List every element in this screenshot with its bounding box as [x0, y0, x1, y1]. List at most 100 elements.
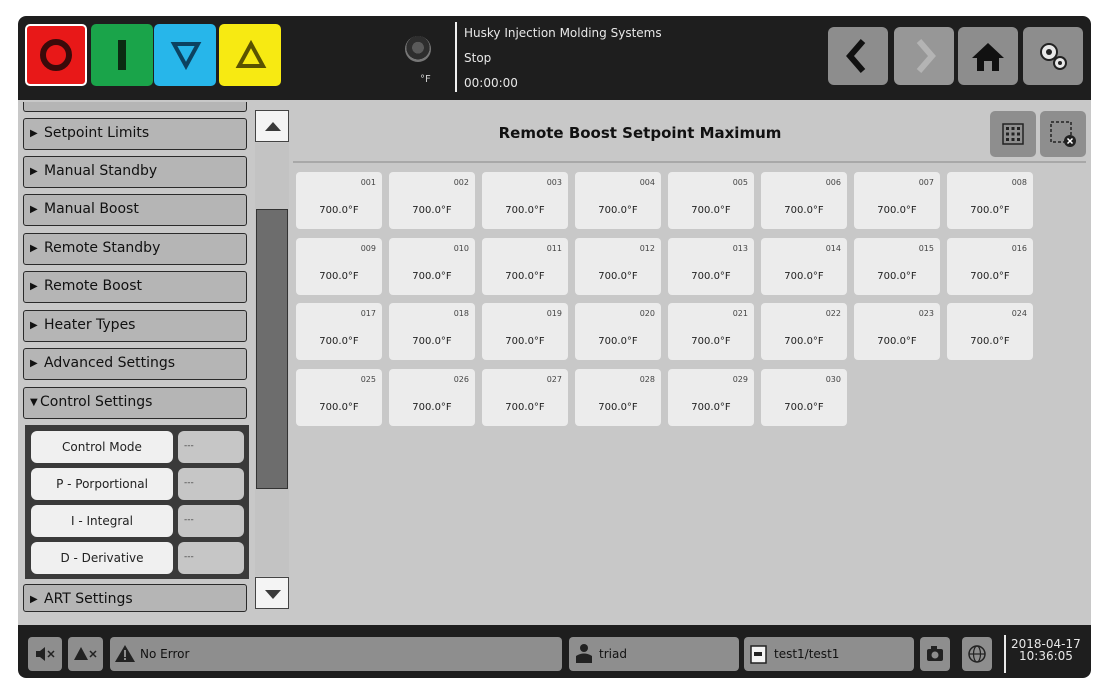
stop-mode-button[interactable]	[25, 24, 87, 86]
derivative-label: D - Derivative	[31, 542, 173, 574]
machine-name: Husky Injection Molding Systems	[464, 26, 662, 40]
cycle-timer: 00:00:00	[464, 76, 518, 90]
zone-setpoint-value: 700.0°F	[598, 205, 638, 216]
zone-tile[interactable]: 024 700.0°F	[947, 303, 1033, 360]
caret-right-icon: ▶	[30, 320, 38, 331]
zone-tile[interactable]: 023 700.0°F	[854, 303, 940, 360]
zone-tile[interactable]: 011 700.0°F	[482, 237, 568, 295]
zone-tile[interactable]: 019 700.0°F	[482, 303, 568, 360]
zone-setpoint-value: 700.0°F	[970, 205, 1010, 216]
zone-tile[interactable]: 018 700.0°F	[389, 303, 475, 360]
zone-tile[interactable]: 009 700.0°F	[296, 237, 382, 295]
zone-tile[interactable]: 026 700.0°F	[389, 368, 475, 426]
zone-tile[interactable]: 017 700.0°F	[296, 303, 382, 360]
language-button[interactable]	[962, 637, 992, 671]
lower-mode-button[interactable]	[154, 24, 216, 86]
mold-field[interactable]: test1/test1	[744, 637, 914, 671]
control-mode-value[interactable]: ---	[178, 431, 244, 463]
zone-number: 026	[453, 374, 469, 384]
zone-setpoint-value: 700.0°F	[505, 205, 545, 216]
derivative-value[interactable]: ---	[178, 542, 244, 574]
mute-alarm-button[interactable]	[28, 637, 62, 671]
run-mode-button[interactable]	[91, 24, 153, 86]
lower-mode-icon	[170, 42, 202, 71]
zone-tile[interactable]: 005 700.0°F	[668, 172, 754, 229]
zone-setpoint-value: 700.0°F	[412, 336, 452, 347]
back-button[interactable]	[828, 27, 888, 85]
zone-setpoint-value: 700.0°F	[319, 205, 359, 216]
screenshot-button[interactable]	[920, 637, 950, 671]
temperature-status-lamp	[405, 36, 431, 62]
sidebar-item-art-settings[interactable]: ▶ ART Settings	[23, 584, 247, 612]
zone-tile[interactable]: 014 700.0°F	[761, 237, 847, 295]
zone-tile[interactable]: 013 700.0°F	[668, 237, 754, 295]
zone-number: 030	[825, 374, 841, 384]
zone-setpoint-value: 700.0°F	[691, 401, 731, 413]
title-divider	[293, 161, 1086, 163]
integral-value[interactable]: ---	[178, 505, 244, 537]
caret-right-icon: ▶	[30, 281, 38, 292]
zone-tile[interactable]: 003 700.0°F	[482, 172, 568, 229]
zone-setpoint-value: 700.0°F	[598, 401, 638, 413]
sidebar-item-control-settings[interactable]: ▼ Control Settings	[23, 387, 247, 419]
sidebar-item-remote-standby[interactable]: ▶ Remote Standby	[23, 233, 247, 265]
zone-setpoint-value: 700.0°F	[505, 336, 545, 347]
zone-setpoint-value: 700.0°F	[784, 205, 824, 216]
zone-tile[interactable]: 016 700.0°F	[947, 237, 1033, 295]
zone-tile[interactable]: 015 700.0°F	[854, 237, 940, 295]
zone-tile[interactable]: 021 700.0°F	[668, 303, 754, 360]
zone-setpoint-value: 700.0°F	[877, 270, 917, 282]
sidebar-item-remote-boost[interactable]: ▶ Remote Boost	[23, 271, 247, 303]
proportional-value[interactable]: ---	[178, 468, 244, 500]
zone-tile[interactable]: 027 700.0°F	[482, 368, 568, 426]
zone-tile[interactable]: 030 700.0°F	[761, 368, 847, 426]
zone-tile[interactable]: 028 700.0°F	[575, 368, 661, 426]
zone-tile[interactable]: 006 700.0°F	[761, 172, 847, 229]
zone-tile[interactable]: 020 700.0°F	[575, 303, 661, 360]
sidebar-item-label: Manual Standby	[44, 163, 158, 179]
app-frame: °F Husky Injection Molding Systems Stop …	[18, 16, 1091, 678]
zone-tile[interactable]: 012 700.0°F	[575, 237, 661, 295]
settings-button[interactable]	[1023, 27, 1083, 85]
sidebar-item-label: ART Settings	[44, 591, 133, 607]
sidebar-item-setpoint-limits[interactable]: ▶ Setpoint Limits	[23, 118, 247, 150]
zone-tile[interactable]: 008 700.0°F	[947, 172, 1033, 229]
header-divider	[455, 22, 457, 92]
sidebar-item-heater-types[interactable]: ▶ Heater Types	[23, 310, 247, 342]
zone-setpoint-value: 700.0°F	[319, 336, 359, 347]
zone-setpoint-value: 700.0°F	[877, 205, 917, 216]
scroll-down-button[interactable]	[255, 577, 289, 609]
error-status-field[interactable]: No Error	[110, 637, 562, 671]
status-bar: No Error triad test1/test1 2018-04-17 10…	[18, 625, 1091, 678]
user-field[interactable]: triad	[569, 637, 739, 671]
zone-tile[interactable]: 010 700.0°F	[389, 237, 475, 295]
sidebar-scroll-thumb[interactable]	[256, 209, 288, 489]
zone-tile[interactable]: 001 700.0°F	[296, 172, 382, 229]
acknowledge-alarm-button[interactable]	[68, 637, 103, 671]
zone-tile[interactable]: 007 700.0°F	[854, 172, 940, 229]
clear-selection-button[interactable]	[1040, 111, 1086, 157]
sidebar-item-manual-standby[interactable]: ▶ Manual Standby	[23, 156, 247, 188]
zone-number: 015	[918, 243, 934, 253]
zone-tile[interactable]: 004 700.0°F	[575, 172, 661, 229]
mold-name: test1/test1	[774, 647, 840, 661]
caret-right-icon: ▶	[30, 204, 38, 215]
sidebar-item-label: Advanced Settings	[44, 355, 176, 371]
select-all-zones-button[interactable]	[990, 111, 1036, 157]
triangle-up-icon	[265, 122, 281, 131]
zone-tile[interactable]: 029 700.0°F	[668, 368, 754, 426]
zone-tile[interactable]: 025 700.0°F	[296, 368, 382, 426]
scroll-up-button[interactable]	[255, 110, 289, 142]
sidebar-item-advanced-settings[interactable]: ▶ Advanced Settings	[23, 348, 247, 380]
zone-setpoint-value: 700.0°F	[319, 401, 359, 413]
forward-button[interactable]	[894, 27, 954, 85]
zone-setpoint-value: 700.0°F	[784, 270, 824, 282]
zone-tile[interactable]: 002 700.0°F	[389, 172, 475, 229]
zone-setpoint-value: 700.0°F	[970, 270, 1010, 282]
sidebar-scrolled-item-edge	[23, 102, 247, 112]
zone-tile[interactable]: 022 700.0°F	[761, 303, 847, 360]
sidebar-item-manual-boost[interactable]: ▶ Manual Boost	[23, 194, 247, 226]
raise-mode-button[interactable]	[219, 24, 281, 86]
zone-number: 006	[825, 178, 841, 187]
home-button[interactable]	[958, 27, 1018, 85]
